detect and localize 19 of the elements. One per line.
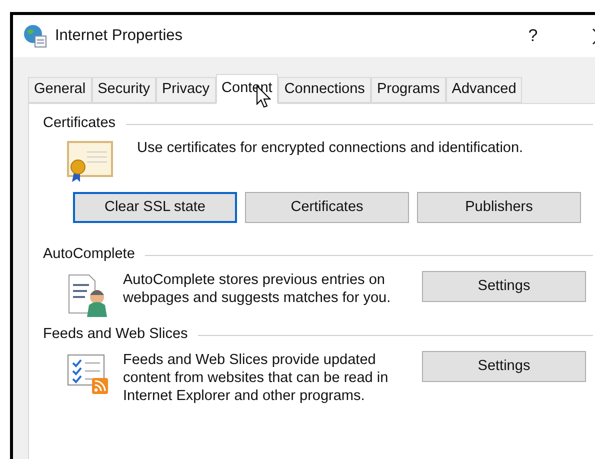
section-heading: Certificates (43, 114, 116, 134)
tab[interactable]: Privacy (156, 77, 216, 103)
dialog-button[interactable]: Settings (422, 271, 586, 302)
window-title: Internet Properties (55, 26, 183, 46)
dialog-button[interactable]: Clear SSL state (73, 192, 237, 223)
section-description: AutoComplete stores previous entries on webpages and suggests matches for you. (123, 271, 392, 308)
help-button[interactable]: ? (518, 23, 548, 49)
section-heading: AutoComplete (43, 245, 135, 264)
tab[interactable]: Connections (278, 77, 371, 103)
dialog-button[interactable]: Certificates (245, 192, 409, 223)
section-description: Feeds and Web Slices provide updated content from websites that can be read in Internet Explorer and other programs. (123, 351, 390, 406)
dialog-button[interactable]: Publishers (417, 192, 581, 223)
tab[interactable]: General (28, 77, 92, 103)
tab[interactable]: Advanced (446, 77, 522, 103)
section-heading: Feeds and Web Slices (43, 325, 188, 344)
dialog-button[interactable]: Settings (422, 351, 586, 382)
section-description: Use certificates for encrypted connections and identification. (137, 139, 524, 158)
tab[interactable]: Security (92, 77, 156, 103)
tab[interactable]: Programs (370, 77, 446, 103)
